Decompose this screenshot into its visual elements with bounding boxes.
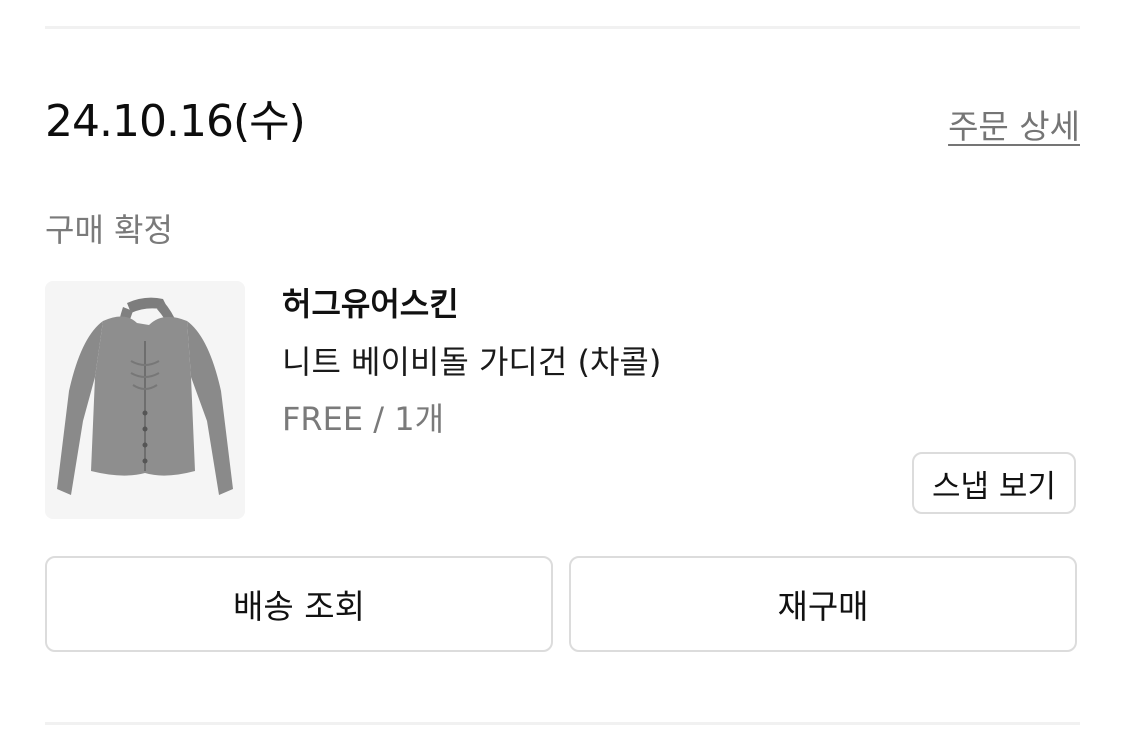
- order-detail-link[interactable]: 주문 상세: [948, 110, 1080, 143]
- order-date: 24.10.16(수): [45, 96, 306, 147]
- brand-name[interactable]: 허그유어스킨: [282, 288, 459, 320]
- product-name[interactable]: 니트 베이비돌 가디건 (차콜): [282, 346, 661, 378]
- cardigan-image-icon: [57, 297, 233, 495]
- top-divider: [45, 26, 1080, 29]
- snap-view-button[interactable]: 스냅 보기: [912, 452, 1076, 514]
- order-status: 구매 확정: [45, 211, 173, 249]
- reorder-button[interactable]: 재구매: [569, 556, 1077, 652]
- bottom-divider: [45, 722, 1080, 725]
- product-option: FREE / 1개: [282, 400, 445, 438]
- track-shipping-button[interactable]: 배송 조회: [45, 556, 553, 652]
- product-image[interactable]: [45, 281, 245, 519]
